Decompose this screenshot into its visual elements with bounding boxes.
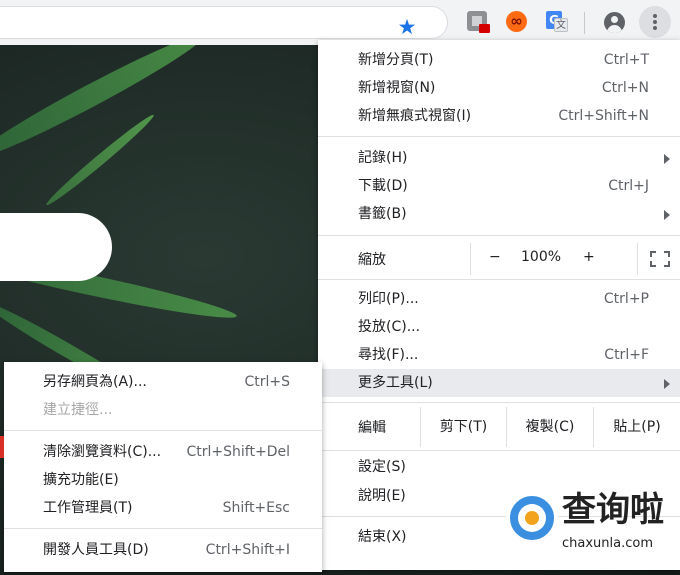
menu-item-find[interactable]: 尋找(F)... Ctrl+F xyxy=(318,341,680,369)
browser-toolbar: ★ ∞ G文 xyxy=(0,0,680,45)
zoom-controls: − 100% + xyxy=(470,243,680,275)
menu-divider xyxy=(4,528,322,529)
submenu-item-task-manager[interactable]: 工作管理員(T) Shift+Esc xyxy=(4,494,322,522)
zoom-level: 100% xyxy=(521,249,562,265)
account-icon[interactable] xyxy=(604,12,625,33)
submenu-item-create-shortcut: 建立捷徑... xyxy=(43,402,113,418)
google-translate-icon[interactable]: G文 xyxy=(546,11,568,33)
submenu-arrow-icon xyxy=(664,210,670,220)
menu-zoom-row: 縮放 − 100% + xyxy=(318,243,680,275)
menu-item-more-tools[interactable]: 更多工具(L) xyxy=(318,369,680,397)
more-tools-submenu: 另存網頁為(A)... Ctrl+S 建立捷徑... 清除瀏覽資料(C)... … xyxy=(0,362,322,572)
menu-item-print[interactable]: 列印(P)... Ctrl+P xyxy=(318,285,680,313)
watermark-logo-icon xyxy=(506,492,558,544)
menu-divider xyxy=(318,136,680,137)
zoom-out-button[interactable]: − xyxy=(489,249,501,265)
watermark-title: 查询啦 xyxy=(562,490,664,530)
watermark: 查询啦 chaxunla.com xyxy=(500,486,680,575)
zoom-in-button[interactable]: + xyxy=(583,249,595,265)
menu-item-settings[interactable]: 設定(S) xyxy=(318,453,680,481)
menu-divider xyxy=(318,279,680,280)
submenu-item-dev-tools[interactable]: 開發人員工具(D) Ctrl+Shift+I xyxy=(4,536,322,564)
watermark-url: chaxunla.com xyxy=(562,536,653,551)
paste-button[interactable]: 貼上(P) xyxy=(593,407,680,447)
menu-item-new-window[interactable]: 新增視窗(N) Ctrl+N xyxy=(318,74,680,102)
page-search-pill[interactable] xyxy=(0,213,112,281)
menu-item-bookmarks[interactable]: 書籤(B) xyxy=(318,200,680,228)
menu-item-new-tab[interactable]: 新增分頁(T) Ctrl+T xyxy=(318,46,680,74)
menu-divider xyxy=(318,235,680,236)
toolbar-divider xyxy=(584,12,585,34)
extension-icon[interactable] xyxy=(467,11,490,33)
menu-item-history[interactable]: 記錄(H) xyxy=(318,144,680,172)
menu-edit-row: 編輯 剪下(T) 複製(C) 貼上(P) xyxy=(318,407,680,447)
leaf-decoration xyxy=(43,111,157,209)
menu-divider xyxy=(318,402,680,403)
menu-item-downloads[interactable]: 下載(D) Ctrl+J xyxy=(318,172,680,200)
fullscreen-icon[interactable] xyxy=(637,243,680,275)
menu-item-cast[interactable]: 投放(C)... xyxy=(318,313,680,341)
submenu-item-extensions[interactable]: 擴充功能(E) xyxy=(4,466,322,494)
submenu-arrow-icon xyxy=(664,154,670,164)
cut-button[interactable]: 剪下(T) xyxy=(420,407,506,447)
copy-button[interactable]: 複製(C) xyxy=(506,407,593,447)
more-vert-icon[interactable] xyxy=(639,6,671,38)
menu-divider xyxy=(318,450,680,451)
menu-item-new-incognito[interactable]: 新增無痕式視窗(I) Ctrl+Shift+N xyxy=(318,102,680,130)
submenu-item-clear-data[interactable]: 清除瀏覽資料(C)... Ctrl+Shift+Del xyxy=(4,438,322,466)
submenu-arrow-icon xyxy=(664,379,670,389)
menu-divider xyxy=(4,430,322,431)
star-icon[interactable]: ★ xyxy=(395,15,419,39)
address-bar[interactable]: ★ xyxy=(0,6,448,39)
submenu-item-save-page[interactable]: 另存網頁為(A)... Ctrl+S xyxy=(4,368,322,396)
infinity-icon[interactable]: ∞ xyxy=(506,11,528,33)
